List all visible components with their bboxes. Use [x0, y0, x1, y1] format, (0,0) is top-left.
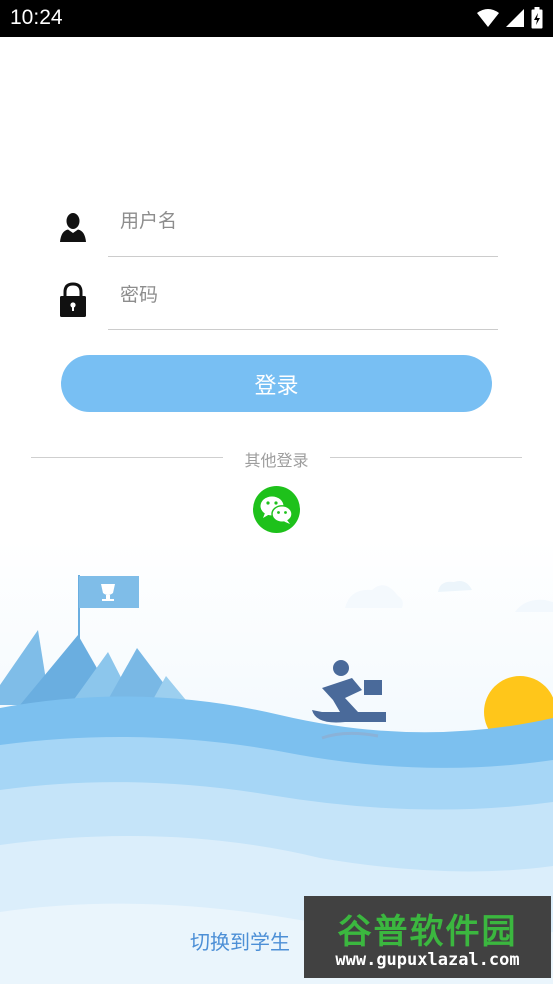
status-bar: 10:24 — [0, 0, 553, 37]
watermark-title: 谷普软件园 — [337, 912, 518, 952]
watermark-overlay: 谷普软件园 www.gupuxlazal.com — [304, 896, 551, 978]
status-time: 10:24 — [10, 6, 63, 29]
battery-icon — [531, 7, 543, 29]
username-input[interactable] — [108, 201, 510, 241]
switch-to-student-link[interactable]: 切换到学生 — [190, 926, 290, 955]
username-underline — [108, 256, 498, 257]
lock-icon — [60, 282, 86, 317]
other-login-label: 其他登录 — [244, 451, 309, 470]
password-input[interactable] — [108, 275, 510, 315]
username-row — [0, 195, 553, 257]
wechat-icon — [260, 496, 293, 524]
watermark-url: www.gupuxlazal.com — [335, 950, 520, 970]
cellular-signal-icon — [506, 9, 524, 27]
login-button[interactable]: 登录 — [61, 355, 492, 412]
wechat-login-button[interactable] — [253, 486, 300, 533]
wifi-icon — [477, 9, 499, 27]
password-underline — [108, 329, 498, 330]
password-row — [0, 269, 553, 330]
status-icons — [477, 7, 543, 29]
divider-right — [330, 457, 522, 458]
divider-left — [31, 457, 223, 458]
user-icon — [60, 213, 86, 242]
